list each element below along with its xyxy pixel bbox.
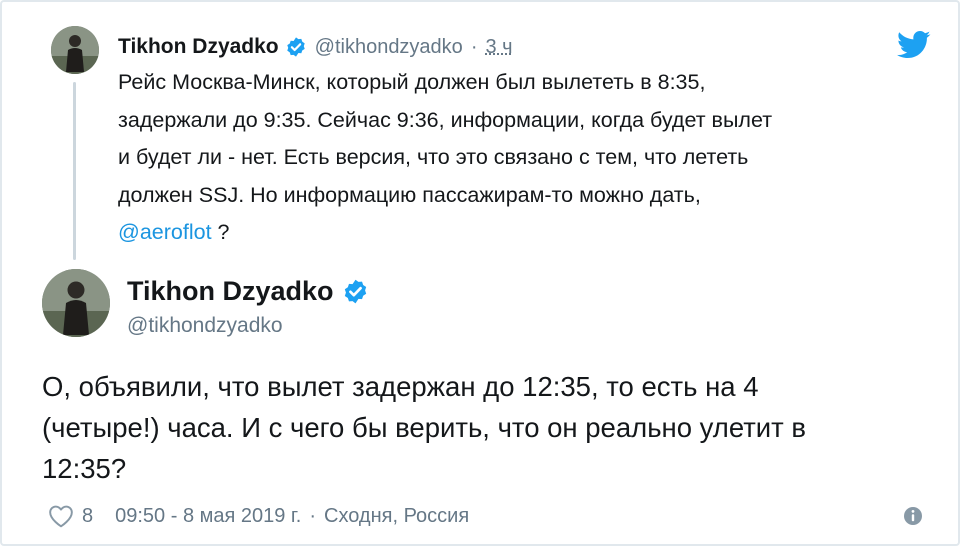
parent-author-name[interactable]: Tikhon Dzyadko (118, 35, 279, 59)
tweet-text-line: О, объявили, что вылет задержан до 12:35… (42, 371, 759, 402)
tweet-text-line: @aeroflot ? (118, 214, 918, 252)
tweet-text-line: задержали до 9:35. Сейчас 9:36, информац… (118, 107, 773, 132)
tweet-text-line: должен SSJ. Но информацию пассажирам-то … (118, 182, 701, 207)
tweet-text-line: и будет ли - нет. Есть версия, что это с… (118, 145, 749, 169)
twitter-bird-icon[interactable] (897, 30, 931, 60)
mention-suffix: ? (211, 220, 230, 244)
verified-badge-icon (286, 37, 305, 57)
avatar-photo (51, 26, 99, 74)
tweet-footer: 8 09:50 - 8 мая 2019 г. · Сходня, Россия (48, 503, 469, 529)
tweet-location[interactable]: Сходня, Россия (324, 505, 469, 528)
tweet-timestamp[interactable]: 09:50 - 8 мая 2019 г. (115, 505, 301, 528)
avatar-photo (42, 269, 110, 337)
parent-tweet-avatar[interactable] (51, 26, 99, 74)
parent-tweet-text: Рейс Москва-Минск, который должен был вы… (118, 64, 918, 252)
main-tweet-avatar[interactable] (42, 269, 110, 337)
main-tweet-text: О, объявили, что вылет задержан до 12:35… (42, 366, 922, 489)
thread-connector-line (73, 82, 76, 260)
tweet-text-line: Рейс Москва-Минск, который должен был вы… (118, 70, 706, 94)
parent-tweet-time[interactable]: 3 ч (485, 36, 512, 59)
main-author-name[interactable]: Tikhon Dzyadko (127, 276, 334, 307)
parent-tweet-header: Tikhon Dzyadko @tikhondzyadko · 3 ч (118, 32, 513, 62)
main-author-name-row: Tikhon Dzyadko (127, 276, 369, 307)
tweet-text-line: 12:35? (42, 453, 127, 484)
aeroflot-mention-link[interactable]: @aeroflot (118, 220, 212, 244)
like-count: 8 (82, 504, 94, 527)
footer-separator: · (309, 504, 317, 527)
parent-author-handle[interactable]: @tikhondzyadko (315, 36, 463, 59)
heart-icon[interactable] (48, 504, 74, 528)
tweet-text-line: (четыре!) часа. И с чего бы верить, что … (42, 412, 807, 443)
info-icon[interactable] (903, 506, 923, 526)
verified-badge-icon (344, 279, 366, 304)
main-author-handle[interactable]: @tikhondzyadko (127, 314, 283, 338)
header-separator: · (470, 35, 478, 58)
